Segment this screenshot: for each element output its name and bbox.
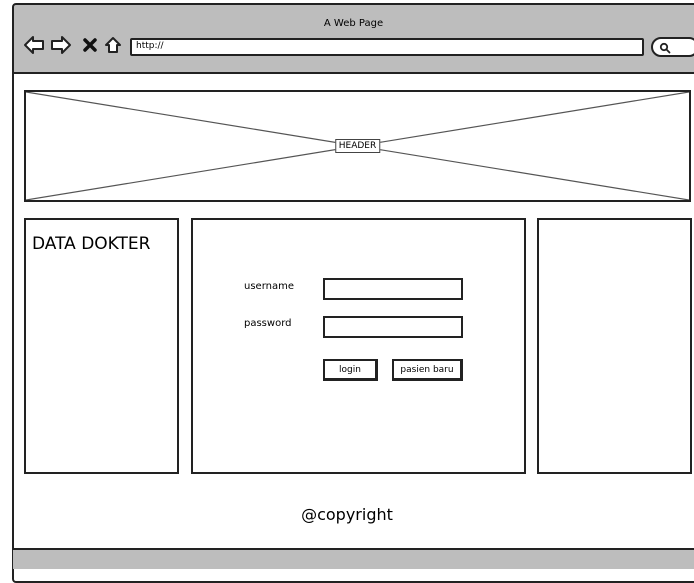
sidebar-title: DATA DOKTER bbox=[32, 234, 151, 254]
password-field[interactable] bbox=[323, 316, 463, 338]
status-bar bbox=[13, 548, 694, 569]
login-button[interactable]: login bbox=[323, 359, 378, 381]
wireframe-page: A Web Page http:// HEADER DATA DOKTER us… bbox=[0, 0, 694, 583]
username-label: username bbox=[244, 281, 294, 292]
header-placeholder: HEADER bbox=[24, 90, 691, 202]
username-field[interactable] bbox=[323, 278, 463, 300]
header-label: HEADER bbox=[334, 139, 381, 153]
password-label: password bbox=[244, 318, 292, 329]
login-panel: username password login pasien baru bbox=[191, 218, 526, 474]
new-patient-button[interactable]: pasien baru bbox=[392, 359, 463, 381]
left-sidebar: DATA DOKTER bbox=[24, 218, 179, 474]
right-sidebar bbox=[537, 218, 692, 474]
copyright-text: @copyright bbox=[301, 505, 393, 524]
